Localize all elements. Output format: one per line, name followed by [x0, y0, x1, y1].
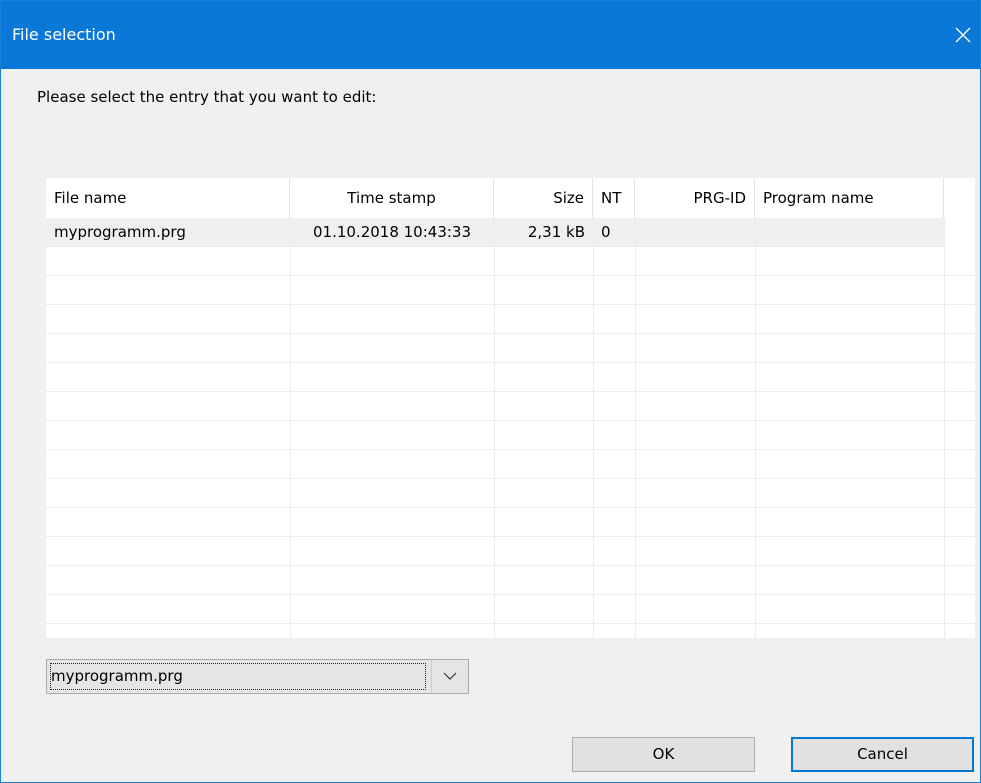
column-header-program-name[interactable]: Program name	[755, 178, 944, 218]
empty-row	[46, 305, 975, 334]
file-selection-dialog: File selection Please select the entry t…	[0, 0, 981, 783]
cell-file-name: myprogramm.prg	[54, 223, 186, 241]
close-button[interactable]	[946, 15, 980, 55]
chevron-down-icon	[443, 672, 457, 680]
grid-line	[944, 218, 945, 638]
list-header: File name Time stamp Size NT PRG-ID Prog…	[46, 178, 975, 218]
empty-row	[46, 450, 975, 479]
grid-line	[755, 218, 756, 638]
column-header-prg-id[interactable]: PRG-ID	[635, 178, 755, 218]
ok-button[interactable]: OK	[572, 737, 755, 772]
column-header-time-stamp[interactable]: Time stamp	[290, 178, 494, 218]
grid-line	[290, 218, 291, 638]
empty-row	[46, 334, 975, 363]
empty-row	[46, 421, 975, 450]
dialog-title: File selection	[12, 25, 116, 44]
empty-row	[46, 247, 975, 276]
empty-row	[46, 595, 975, 624]
file-list[interactable]: File name Time stamp Size NT PRG-ID Prog…	[46, 178, 975, 638]
table-row[interactable]: myprogramm.prg 01.10.2018 10:43:33 2,31 …	[46, 218, 945, 247]
empty-row	[46, 566, 975, 595]
list-body: myprogramm.prg 01.10.2018 10:43:33 2,31 …	[46, 218, 975, 638]
empty-row	[46, 624, 975, 638]
grid-line	[593, 218, 594, 638]
grid-line	[635, 218, 636, 638]
empty-row	[46, 276, 975, 305]
combo-dropdown-button[interactable]	[431, 660, 468, 693]
instruction-text: Please select the entry that you want to…	[37, 88, 377, 106]
combo-value: myprogramm.prg	[51, 667, 183, 685]
column-header-size[interactable]: Size	[494, 178, 593, 218]
grid-line	[494, 218, 495, 638]
empty-row	[46, 508, 975, 537]
cell-size: 2,31 kB	[527, 223, 585, 241]
cell-nt: 0	[601, 223, 611, 241]
file-combo-box[interactable]: myprogramm.prg	[46, 659, 469, 694]
column-header-nt[interactable]: NT	[593, 178, 635, 218]
empty-row	[46, 537, 975, 566]
column-header-filler	[944, 178, 975, 218]
cell-program-name	[755, 218, 944, 246]
column-header-file-name[interactable]: File name	[46, 178, 290, 218]
cancel-button[interactable]: Cancel	[791, 737, 974, 772]
empty-row	[46, 392, 975, 421]
cell-prg-id	[635, 218, 755, 246]
close-icon	[955, 27, 971, 43]
empty-row	[46, 479, 975, 508]
empty-row	[46, 363, 975, 392]
title-bar: File selection	[1, 1, 980, 69]
cell-time-stamp: 01.10.2018 10:43:33	[312, 223, 472, 241]
